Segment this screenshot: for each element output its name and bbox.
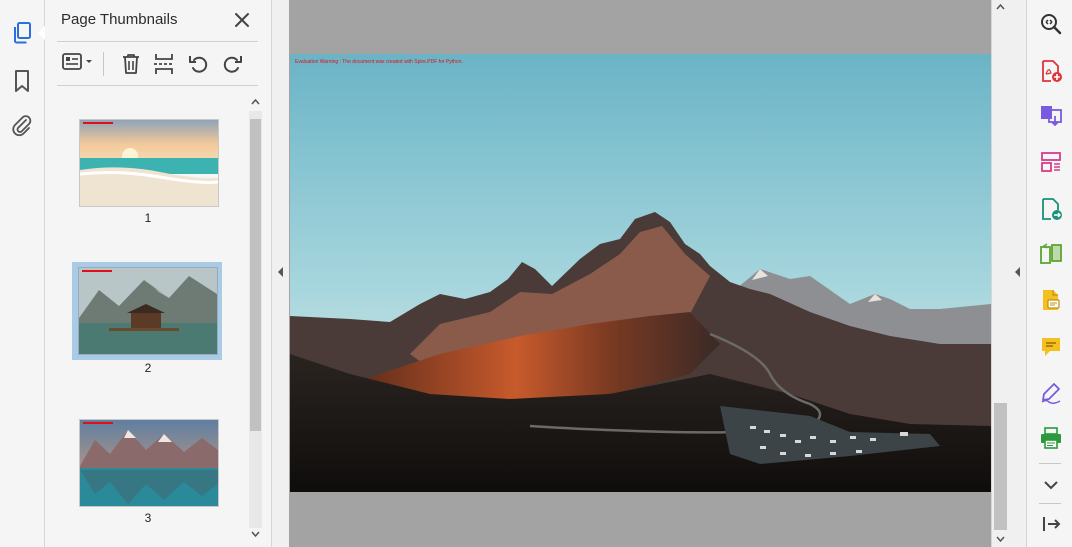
page-thumbnail-3[interactable]: [79, 419, 219, 507]
thumbnail-image-mountain-lake: [80, 420, 218, 506]
document-scrollbar[interactable]: [991, 0, 1009, 547]
page-number-1: 1: [144, 211, 152, 225]
left-navigation-rail: [0, 0, 45, 547]
toolbar-separator: [103, 52, 104, 76]
divider: [57, 85, 258, 86]
thumbnail-scrollbar[interactable]: [248, 95, 263, 544]
collapse-panel-icon[interactable]: [1038, 511, 1064, 537]
document-page[interactable]: Evaluation Warning : The document was cr…: [290, 54, 991, 492]
extract-pages-icon[interactable]: [152, 51, 176, 77]
page-thumbnails-panel: Page Thumbnails 1 2 3: [45, 0, 272, 547]
scroll-thumb[interactable]: [994, 403, 1007, 530]
scroll-down-icon[interactable]: [250, 529, 261, 539]
close-icon[interactable]: [231, 9, 253, 31]
attachment-icon[interactable]: [9, 113, 35, 139]
rotate-clockwise-icon[interactable]: [220, 51, 244, 77]
delete-page-icon[interactable]: [119, 51, 143, 77]
panel-title: Page Thumbnails: [61, 11, 178, 28]
page-thumbnail-1[interactable]: [79, 119, 219, 207]
evaluation-watermark: Evaluation Warning : The document was cr…: [295, 59, 463, 65]
right-tools-rail: [1026, 0, 1072, 547]
organize-pages-icon[interactable]: [1038, 149, 1064, 175]
rotate-counterclockwise-icon[interactable]: [187, 51, 211, 77]
selected-indicator: [38, 26, 45, 40]
collapse-left-icon: [278, 267, 283, 277]
chevron-down-icon[interactable]: [1038, 472, 1064, 498]
page-number-3: 3: [144, 511, 152, 525]
page-number-2: 2: [144, 361, 152, 375]
thumbnail-options-icon: [61, 52, 95, 77]
export-pdf-icon[interactable]: [1038, 103, 1064, 129]
bookmark-icon[interactable]: [9, 68, 35, 94]
divider: [57, 41, 258, 42]
page-thumbnails-icon[interactable]: [9, 20, 35, 46]
thumbnail-image-lake-cabin: [79, 268, 217, 354]
thumbnail-options-button[interactable]: [59, 51, 97, 77]
scroll-down-icon[interactable]: [995, 534, 1006, 544]
fill-sign-icon[interactable]: [1038, 380, 1064, 406]
page-thumbnail-2[interactable]: [78, 267, 218, 355]
print-production-icon[interactable]: [1038, 425, 1064, 451]
left-panel-collapse-strip[interactable]: [272, 0, 290, 547]
scroll-up-icon[interactable]: [995, 2, 1006, 12]
page-image-mountain-landscape: [290, 54, 991, 492]
thumbnail-list: 1 2 3: [45, 90, 247, 547]
scroll-up-icon[interactable]: [250, 97, 261, 107]
zoom-icon[interactable]: [1038, 11, 1064, 37]
thumbnail-image-beach: [80, 120, 218, 206]
previous-page-bottom: [289, 0, 991, 53]
combine-files-icon[interactable]: [1038, 196, 1064, 222]
create-pdf-icon[interactable]: [1038, 58, 1064, 84]
comment-icon[interactable]: [1038, 334, 1064, 360]
divider: [1039, 463, 1061, 464]
document-view[interactable]: Evaluation Warning : The document was cr…: [289, 0, 991, 547]
collapse-left-icon: [1015, 267, 1020, 277]
comment-file-icon[interactable]: [1038, 287, 1064, 313]
right-panel-collapse-strip[interactable]: [1009, 0, 1027, 547]
compare-icon[interactable]: [1038, 241, 1064, 267]
divider: [1039, 503, 1061, 504]
scroll-thumb[interactable]: [250, 119, 261, 431]
